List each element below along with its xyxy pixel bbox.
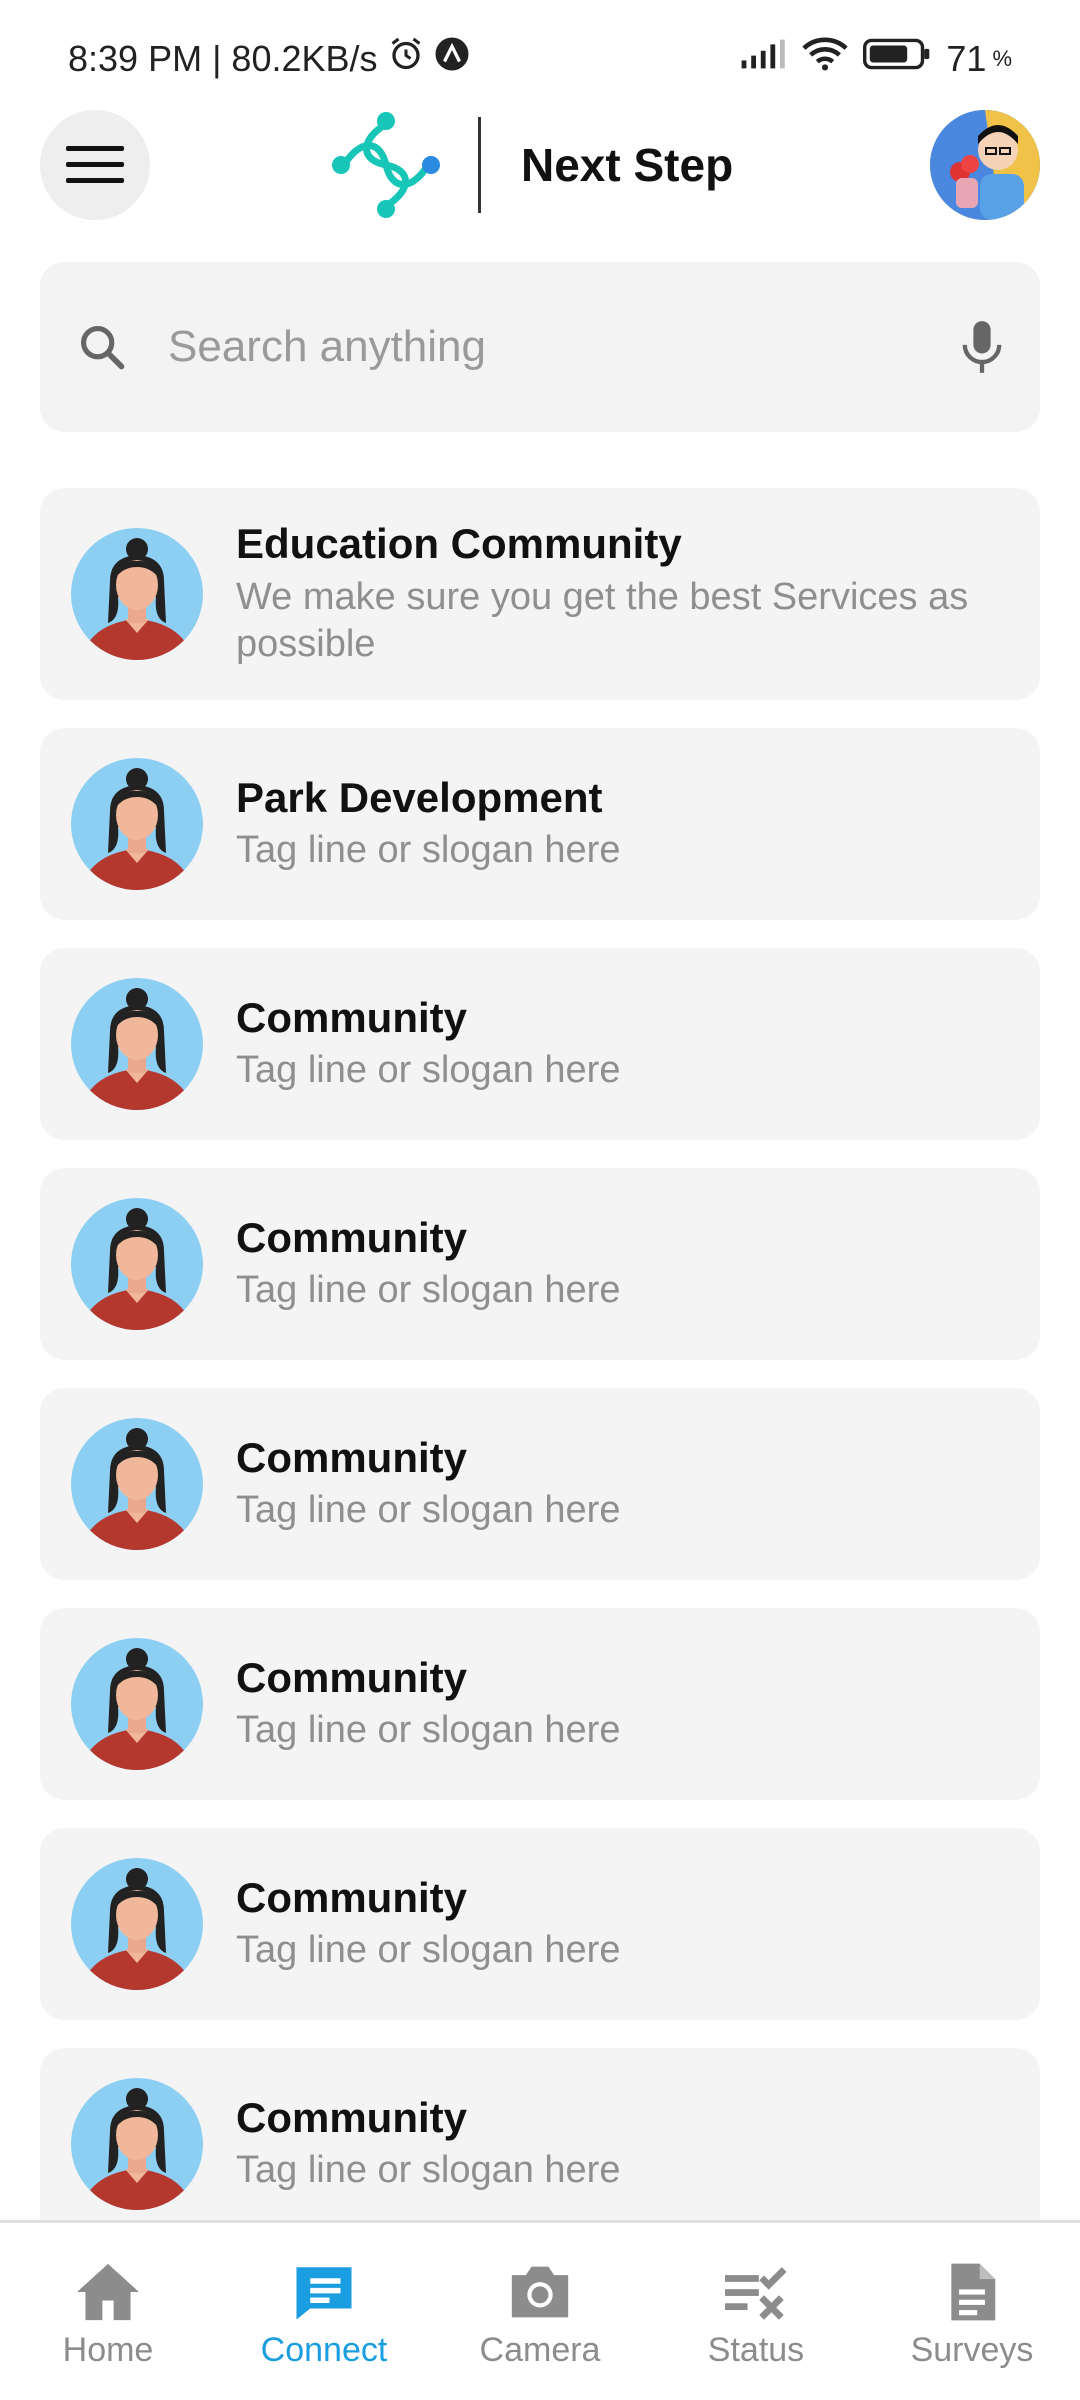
community-card[interactable]: Community Tag line or slogan here: [40, 948, 1040, 1140]
status-bar: 8:39 PM | 80.2KB/s 71 %: [0, 0, 1080, 110]
brand-name: Next Step: [521, 139, 734, 191]
community-tagline: Tag line or slogan here: [236, 1929, 621, 1972]
home-icon: [77, 2263, 139, 2321]
community-tagline: Tag line or slogan here: [236, 1049, 621, 1092]
community-text: Community Tag line or slogan here: [236, 2093, 620, 2195]
nav-connect-label: Connect: [260, 2331, 388, 2369]
search-input[interactable]: Search anything: [168, 322, 960, 372]
community-text: Community Tag line or slogan here: [236, 1653, 620, 1755]
community-avatar: [70, 527, 204, 661]
community-card[interactable]: Community Tag line or slogan here: [40, 1168, 1040, 1360]
nav-status-label: Status: [707, 2331, 805, 2369]
alarm-icon: [388, 36, 424, 81]
community-avatar: [70, 977, 204, 1111]
wifi-icon: [802, 36, 849, 81]
hamburger-icon: [66, 146, 124, 183]
battery-level: 71: [946, 37, 987, 79]
signal-icon: [740, 37, 788, 80]
nav-surveys-label: Surveys: [910, 2331, 1034, 2369]
logo-icon: [332, 112, 440, 218]
nav-connect[interactable]: Connect: [216, 2223, 432, 2400]
community-card[interactable]: Education Community We make sure you get …: [40, 488, 1040, 700]
community-card[interactable]: Park Development Tag line or slogan here: [40, 728, 1040, 920]
community-text: Community Tag line or slogan here: [236, 993, 620, 1095]
microphone-icon[interactable]: [960, 319, 1004, 375]
status-time-speed: 8:39 PM | 80.2KB/s: [68, 37, 378, 79]
community-tagline: Tag line or slogan here: [236, 2149, 621, 2192]
nav-home-label: Home: [62, 2331, 154, 2369]
community-title: Community: [236, 1434, 467, 1482]
search-bar[interactable]: Search anything: [40, 262, 1040, 432]
community-text: Community Tag line or slogan here: [236, 1213, 620, 1315]
community-title: Community: [236, 1654, 467, 1702]
community-title: Community: [236, 994, 467, 1042]
status-icon: [725, 2267, 787, 2320]
logo-divider: [478, 117, 481, 213]
community-avatar: [70, 1637, 204, 1771]
brand-logo: Next Step: [330, 110, 733, 220]
nav-surveys[interactable]: Surveys: [864, 2223, 1080, 2400]
nav-camera-label: Camera: [479, 2331, 601, 2369]
app-bar: Next Step: [0, 110, 1080, 220]
status-right: 71 %: [740, 36, 1012, 81]
community-title: Community: [236, 1214, 467, 1262]
battery-unit: %: [992, 45, 1012, 71]
community-list: Education Community We make sure you get …: [40, 488, 1040, 2268]
community-text: Community Tag line or slogan here: [236, 1433, 620, 1535]
chat-icon: [296, 2267, 352, 2320]
community-tagline: We make sure you get the best Services a…: [236, 575, 969, 666]
app-notification-icon: [434, 36, 470, 81]
community-text: Community Tag line or slogan here: [236, 1873, 620, 1975]
battery-icon: [862, 37, 932, 80]
community-tagline: Tag line or slogan here: [236, 1709, 621, 1752]
community-avatar: [70, 1857, 204, 1991]
community-avatar: [70, 2077, 204, 2211]
bottom-navigation: Home Connect Camera Status Surveys: [0, 2220, 1080, 2400]
camera-icon: [511, 2266, 569, 2318]
community-title: Community: [236, 1874, 467, 1922]
menu-button[interactable]: [40, 110, 150, 220]
community-card[interactable]: Community Tag line or slogan here: [40, 1388, 1040, 1580]
community-card[interactable]: Community Tag line or slogan here: [40, 2048, 1040, 2240]
community-title: Education Community: [236, 520, 682, 568]
nav-camera[interactable]: Camera: [432, 2223, 648, 2400]
community-text: Park Development Tag line or slogan here: [236, 773, 620, 875]
nav-home[interactable]: Home: [0, 2223, 216, 2400]
community-tagline: Tag line or slogan here: [236, 1489, 621, 1532]
search-icon: [80, 325, 125, 370]
document-icon: [951, 2263, 996, 2321]
community-text: Education Community We make sure you get …: [236, 519, 1010, 668]
community-avatar: [70, 757, 204, 891]
profile-avatar[interactable]: [930, 110, 1040, 220]
community-title: Park Development: [236, 774, 603, 822]
community-card[interactable]: Community Tag line or slogan here: [40, 1608, 1040, 1800]
community-tagline: Tag line or slogan here: [236, 1269, 621, 1312]
community-avatar: [70, 1197, 204, 1331]
community-card[interactable]: Community Tag line or slogan here: [40, 1828, 1040, 2020]
community-avatar: [70, 1417, 204, 1551]
status-left: 8:39 PM | 80.2KB/s: [68, 36, 470, 81]
community-title: Community: [236, 2094, 467, 2142]
nav-status[interactable]: Status: [648, 2223, 864, 2400]
community-tagline: Tag line or slogan here: [236, 829, 621, 872]
